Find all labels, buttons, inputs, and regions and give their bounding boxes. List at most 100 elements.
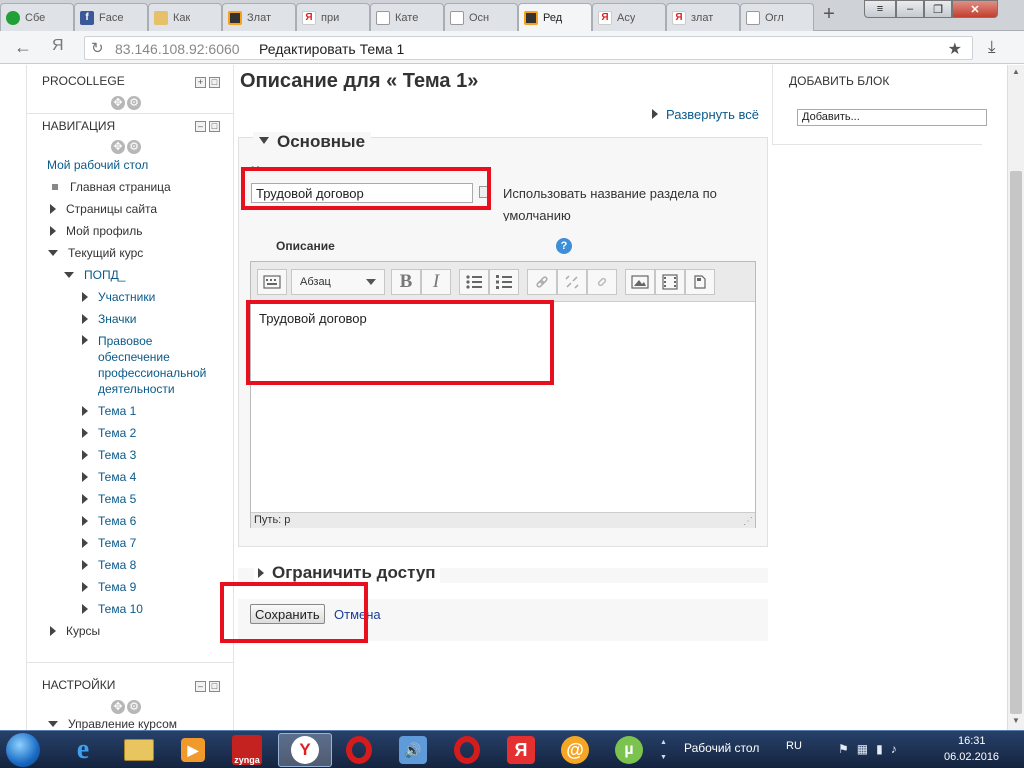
italic-button[interactable]: I xyxy=(421,269,451,295)
desktop-toolbar-label[interactable]: Рабочий стол xyxy=(684,741,759,755)
opera-icon[interactable] xyxy=(440,733,494,767)
browser-tab[interactable]: Огл xyxy=(740,3,814,31)
opera-icon[interactable] xyxy=(332,733,386,767)
browser-tab[interactable]: Злат xyxy=(222,3,296,31)
image-icon[interactable] xyxy=(625,269,655,295)
browser-tab[interactable]: Осн xyxy=(444,3,518,31)
nav-course-short[interactable]: ПОПД_ xyxy=(64,268,125,282)
nav-courses[interactable]: Курсы xyxy=(50,624,100,638)
expand-all-link[interactable]: Развернуть всё xyxy=(652,107,759,122)
numbered-list-icon[interactable] xyxy=(489,269,519,295)
media-player-icon[interactable]: ▶ xyxy=(166,733,220,767)
nav-topic[interactable]: Тема 9 xyxy=(82,580,136,594)
nav-topic[interactable]: Тема 2 xyxy=(82,426,136,440)
browser-tab-active[interactable]: Ред xyxy=(518,3,592,32)
scroll-up-icon[interactable]: ▲ xyxy=(1012,67,1020,76)
move-icon[interactable]: ✥ xyxy=(111,700,125,714)
nav-current-course[interactable]: Текущий курс xyxy=(48,246,143,260)
nav-topic[interactable]: Тема 10 xyxy=(82,602,143,616)
nav-topic[interactable]: Тема 5 xyxy=(82,492,136,506)
editor-text-area[interactable]: Трудовой договор xyxy=(251,303,755,513)
move-icon[interactable]: ✥ xyxy=(111,140,125,154)
nav-legal-section[interactable]: Правовое обеспечение профессиональной де… xyxy=(82,333,208,397)
restrict-access-legend[interactable]: Ограничить доступ xyxy=(254,563,440,583)
gear-icon[interactable]: ⚙ xyxy=(127,700,141,714)
autolink-icon[interactable] xyxy=(587,269,617,295)
maximize-button[interactable]: ❐ xyxy=(924,0,952,18)
scroll-down-icon[interactable]: ▼ xyxy=(1012,716,1020,725)
close-window-button[interactable]: ✕ xyxy=(952,0,998,18)
use-default-name-checkbox[interactable] xyxy=(479,186,491,198)
hide-block-icon[interactable]: □ xyxy=(209,681,220,692)
help-icon[interactable]: ? xyxy=(556,238,572,254)
add-block-select[interactable]: Добавить... xyxy=(797,109,987,126)
nav-dashboard-link[interactable]: Мой рабочий стол xyxy=(47,158,148,172)
paragraph-format-select[interactable]: Абзац xyxy=(291,269,385,295)
sound-app-icon[interactable]: 🔊 xyxy=(386,733,440,767)
gear-icon[interactable]: ⚙ xyxy=(127,140,141,154)
dock-icon[interactable]: + xyxy=(195,77,206,88)
nav-course-admin[interactable]: Управление курсом xyxy=(48,717,177,730)
nav-participants[interactable]: Участники xyxy=(82,290,155,304)
browser-menu-button[interactable]: ≡ xyxy=(864,0,896,18)
browser-tab[interactable]: Я Асу xyxy=(592,3,666,31)
bullet-list-icon[interactable] xyxy=(459,269,489,295)
scrollbar-thumb[interactable] xyxy=(1010,171,1022,714)
nav-topic[interactable]: Тема 7 xyxy=(82,536,136,550)
nav-topic[interactable]: Тема 3 xyxy=(82,448,136,462)
browser-tab[interactable]: Как xyxy=(148,3,222,31)
show-more-buttons-icon[interactable] xyxy=(257,269,287,295)
reload-icon[interactable]: ↻ xyxy=(91,39,104,57)
hide-block-icon[interactable]: □ xyxy=(209,121,220,132)
windows-start-button[interactable] xyxy=(6,733,40,767)
yandex-home-button[interactable]: Я xyxy=(52,37,64,55)
nav-topic[interactable]: Тема 1 xyxy=(82,404,136,418)
unlink-icon[interactable] xyxy=(557,269,587,295)
cancel-link[interactable]: Отмена xyxy=(334,607,381,622)
language-indicator[interactable]: RU xyxy=(786,740,802,752)
action-center-flag-icon[interactable]: ⚑ xyxy=(838,742,849,756)
link-icon[interactable] xyxy=(527,269,557,295)
zynga-icon[interactable]: zynga xyxy=(220,733,274,767)
nav-topic[interactable]: Тема 6 xyxy=(82,514,136,528)
new-tab-button[interactable]: + xyxy=(818,4,840,26)
back-arrow-icon[interactable]: ← xyxy=(14,37,32,58)
internet-explorer-icon[interactable]: e xyxy=(56,733,110,767)
manage-files-icon[interactable] xyxy=(685,269,715,295)
network-icon[interactable]: ▦ xyxy=(857,742,868,756)
volume-icon[interactable]: ♪ xyxy=(891,742,897,756)
section-name-input[interactable] xyxy=(251,183,473,203)
browser-tab[interactable]: Язлат xyxy=(666,3,740,31)
collapse-icon[interactable]: – xyxy=(195,681,206,692)
nav-topic[interactable]: Тема 8 xyxy=(82,558,136,572)
clock-time[interactable]: 16:31 xyxy=(958,735,986,747)
signal-icon[interactable]: ▮ xyxy=(876,742,883,756)
general-legend[interactable]: Основные xyxy=(253,132,372,152)
gear-icon[interactable]: ⚙ xyxy=(127,96,141,110)
hide-block-icon[interactable]: □ xyxy=(209,77,220,88)
nav-my-profile[interactable]: Мой профиль xyxy=(50,224,143,238)
nav-topic[interactable]: Тема 4 xyxy=(82,470,136,484)
move-icon[interactable]: ✥ xyxy=(111,96,125,110)
download-icon[interactable]: ⤓ xyxy=(988,37,996,57)
browser-tab[interactable]: f Face xyxy=(74,3,148,31)
yandex-browser-icon[interactable]: Я xyxy=(494,733,548,767)
taskbar-scroll-arrows[interactable]: ▲ ▼ xyxy=(660,735,667,765)
bookmark-star-icon[interactable]: ★ xyxy=(948,39,962,59)
mail-agent-icon[interactable]: @ xyxy=(548,733,602,767)
browser-tab[interactable]: Кате xyxy=(370,3,444,31)
save-button[interactable]: Сохранить xyxy=(250,604,325,624)
resize-grip-icon[interactable]: ⋰ xyxy=(743,516,753,527)
bold-button[interactable]: B xyxy=(391,269,421,295)
media-icon[interactable] xyxy=(655,269,685,295)
clock-date[interactable]: 06.02.2016 xyxy=(944,751,999,763)
browser-tab[interactable]: Сбе xyxy=(0,3,74,31)
url-field[interactable]: ↻ 83.146.108.92:6060 Редактировать Тема … xyxy=(84,36,973,60)
yandex-app-icon[interactable]: Y xyxy=(278,733,332,767)
nav-site-pages[interactable]: Страницы сайта xyxy=(50,202,157,216)
nav-home[interactable]: Главная страница xyxy=(52,180,171,194)
nav-badges[interactable]: Значки xyxy=(82,312,137,326)
file-explorer-icon[interactable] xyxy=(112,733,166,767)
minimize-button[interactable]: – xyxy=(896,0,924,18)
page-scrollbar[interactable]: ▲ ▼ xyxy=(1007,65,1024,730)
